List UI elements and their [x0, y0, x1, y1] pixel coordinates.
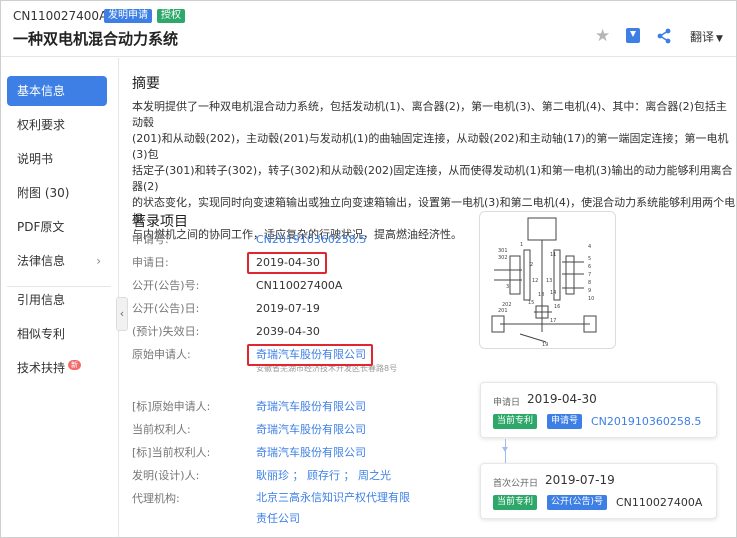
field-label: 申请号: [132, 233, 169, 246]
current-patent-badge: 当前专利 [493, 414, 538, 429]
drawing-label: 14 [550, 290, 556, 296]
hybrid-system-diagram: 301 302 202 201 1 2 3 4 5 6 7 8 9 10 11 … [491, 217, 597, 348]
drawing-label: 10 [588, 296, 594, 302]
drawing-label: 3 [506, 284, 509, 290]
biblio-heading: 著录项目 [132, 214, 188, 230]
sidebar-item-label: 技术扶持 [17, 361, 66, 375]
timeline-label: 申请日 [493, 398, 521, 408]
timeline-publication-number: CN110027400A [616, 496, 703, 509]
drawing-label: 15 [528, 300, 534, 306]
sidebar-item-claims[interactable]: 权利要求 [7, 110, 107, 140]
drawing-label: 12 [532, 278, 538, 284]
timeline-card-application: 申请日 2019-04-30 当前专利 申请号 CN201910360258.5 [480, 382, 717, 438]
sidebar-item-drawings[interactable]: 附图 (30) [7, 178, 107, 208]
sidebar-item-similar-patents[interactable]: 相似专利 [7, 319, 107, 349]
patent-header: CN110027400A 发明申请 授权 一种双电机混合动力系统 ★ 翻译 ▼ [1, 1, 736, 57]
std-current-assignee-link[interactable]: 奇瑞汽车股份有限公司 [256, 445, 366, 461]
field-label: 公开(公告)日: [132, 302, 200, 315]
granted-tag: 授权 [157, 9, 185, 23]
timeline-application-number-link[interactable]: CN201910360258.5 [591, 415, 701, 428]
sidebar-item-label: 基本信息 [17, 84, 66, 98]
sidebar-item-pdf[interactable]: PDF原文 [7, 212, 107, 242]
drawing-label: 1 [520, 242, 523, 248]
field-label: 原始申请人: [132, 348, 191, 361]
sidebar-item-basic-info[interactable]: 基本信息 [7, 76, 107, 106]
field-label: [标]当前权利人: [132, 446, 211, 459]
sidebar-item-legal-info[interactable]: 法律信息 › [7, 246, 107, 276]
application-number-link[interactable]: CN201910360258.5 [256, 232, 366, 248]
timeline-card-publication: 首次公开日 2019-07-19 当前专利 公开(公告)号 CN11002740… [480, 463, 717, 519]
translate-label: 翻译 [690, 30, 715, 44]
timeline-date: 2019-04-30 [527, 392, 597, 406]
drawing-label: 4 [588, 244, 591, 250]
sidebar-item-tech-support[interactable]: 技术扶持 新 [7, 353, 107, 383]
new-badge: 新 [68, 360, 81, 370]
inventors-links[interactable]: 耿丽珍 ； 顾存行 ； 周之光 [256, 468, 391, 484]
star-icon[interactable]: ★ [595, 28, 611, 45]
drawing-label: 5 [588, 256, 591, 262]
highlight-box-original-applicant [247, 344, 373, 366]
drawing-label: 7 [588, 272, 591, 278]
field-label: (预计)失效日: [132, 325, 200, 338]
sidebar-nav: 基本信息 权利要求 说明书 附图 (30) PDF原文 法律信息 › 引用信息 … [1, 58, 119, 537]
std-original-applicant-link[interactable]: 奇瑞汽车股份有限公司 [256, 399, 366, 415]
chevron-right-icon: › [96, 254, 101, 268]
patent-title: 一种双电机混合动力系统 [13, 30, 179, 48]
field-label: 发明(设计)人: [132, 469, 200, 482]
field-label: 当前权利人: [132, 423, 191, 436]
timeline-label: 首次公开日 [493, 479, 539, 489]
agency-link[interactable]: 北京三高永信知识产权代理有限责任公司 [256, 487, 416, 529]
drawing-label: 16 [554, 304, 560, 310]
share-icon[interactable] [656, 28, 672, 44]
current-assignee-link[interactable]: 奇瑞汽车股份有限公司 [256, 422, 366, 438]
field-label: 公开(公告)号: [132, 279, 200, 292]
field-label: [标]原始申请人: [132, 400, 211, 413]
publication-number-badge: 公开(公告)号 [547, 495, 608, 510]
sidebar-item-label: PDF原文 [17, 220, 65, 234]
sidebar-item-label: 法律信息 [17, 254, 66, 268]
abstract-text: 本发明提供了一种双电机混合动力系统，包括发动机(1)、离合器(2)，第一电机(3… [132, 100, 736, 241]
drawing-label: 13 [546, 278, 552, 284]
field-label: 代理机构: [132, 492, 180, 505]
patent-drawing-thumbnail[interactable]: 301 302 202 201 1 2 3 4 5 6 7 8 9 10 11 … [479, 211, 616, 349]
drawing-label: 9 [588, 288, 591, 294]
timeline-date: 2019-07-19 [545, 473, 615, 487]
sidebar-item-label: 附图 (30) [17, 186, 70, 200]
chevron-down-icon: ▼ [716, 34, 723, 44]
download-icon[interactable] [626, 28, 640, 43]
field-label: 申请日: [132, 256, 169, 269]
drawing-label: 201 [498, 308, 508, 314]
invention-application-tag: 发明申请 [104, 9, 152, 23]
drawing-label: 8 [588, 280, 591, 286]
highlight-box-application-date [247, 252, 327, 274]
arrow-down-icon [502, 447, 508, 452]
publication-number-value: CN110027400A [256, 279, 343, 292]
application-number-badge: 申请号 [547, 414, 583, 429]
drawing-label: 302 [498, 255, 508, 261]
sidebar-collapse-button[interactable]: ‹ [116, 297, 128, 331]
publication-date-value: 2019-07-19 [256, 302, 320, 315]
sidebar-item-description[interactable]: 说明书 [7, 144, 107, 174]
sidebar-item-citations[interactable]: 引用信息 [7, 285, 107, 315]
expiry-date-value: 2039-04-30 [256, 325, 320, 338]
drawing-label: 6 [588, 264, 591, 270]
publication-number: CN110027400A [13, 9, 108, 23]
drawing-label: 17 [550, 318, 556, 324]
sidebar-item-label: 权利要求 [17, 118, 66, 132]
sidebar-item-label: 相似专利 [17, 327, 66, 341]
drawing-label: 18 [538, 292, 544, 298]
drawing-label: 19 [542, 342, 548, 348]
drawing-label: 11 [550, 252, 556, 258]
drawing-label: 301 [498, 248, 508, 254]
abstract-heading: 摘要 [132, 76, 160, 92]
patent-detail-page: CN110027400A 发明申请 授权 一种双电机混合动力系统 ★ 翻译 ▼ 基… [0, 0, 737, 538]
sidebar-item-label: 说明书 [17, 152, 54, 166]
translate-dropdown[interactable]: 翻译 ▼ [690, 28, 723, 45]
sidebar-item-label: 引用信息 [17, 293, 66, 307]
drawing-label: 2 [530, 262, 533, 268]
current-patent-badge: 当前专利 [493, 495, 538, 510]
